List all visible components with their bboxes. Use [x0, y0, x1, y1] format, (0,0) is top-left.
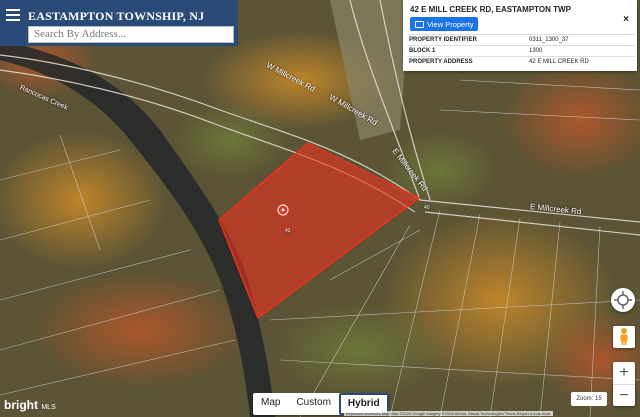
bright-mls-logo: bright MLS	[4, 398, 56, 412]
street-view-pegman-button[interactable]	[613, 326, 635, 348]
map-type-map[interactable]: Map	[253, 393, 288, 415]
close-icon[interactable]: ×	[623, 14, 629, 25]
zoom-level-label: Zoom: 15	[571, 392, 607, 406]
pegman-icon	[620, 328, 628, 345]
property-card-title: 42 E MILL CREEK RD, EASTAMPTON TWP	[410, 5, 571, 14]
parcel-marker-icon	[277, 204, 289, 216]
property-info-card: 42 E MILL CREEK RD, EASTAMPTON TWP × Vie…	[403, 0, 637, 71]
zoom-control: + −	[613, 362, 635, 406]
table-row: PROPERTY ADDRESS 42 E MILL CREEK RD	[407, 56, 635, 67]
crosshair-icon	[614, 291, 632, 309]
lot-number-label: 40	[424, 205, 430, 211]
table-row: PROPERTY IDENTIFIER 0311_1300_37	[407, 34, 635, 46]
map-attribution[interactable]: Keyboard shortcuts Map data ©2026 Google…	[344, 411, 553, 416]
property-table: PROPERTY IDENTIFIER 0311_1300_37 BLOCK 1…	[407, 34, 635, 67]
row-value: 1300	[527, 45, 635, 57]
row-value: 42 E MILL CREEK RD	[527, 56, 635, 67]
lot-number-label: 42	[285, 228, 291, 234]
row-key: PROPERTY ADDRESS	[407, 56, 527, 67]
menu-icon[interactable]	[6, 9, 20, 21]
map-type-custom[interactable]: Custom	[288, 393, 338, 415]
row-key: PROPERTY IDENTIFIER	[407, 34, 527, 46]
table-row: BLOCK 1 1300	[407, 45, 635, 57]
view-property-button[interactable]: View Property	[410, 17, 478, 31]
zoom-in-button[interactable]: +	[613, 362, 635, 384]
view-property-label: View Property	[427, 19, 474, 29]
zoom-out-button[interactable]: −	[613, 384, 635, 407]
row-value: 0311_1300_37	[527, 34, 635, 46]
app-header: EASTAMPTON TOWNSHIP, NJ Search By Addres…	[0, 0, 238, 46]
address-search-input[interactable]: Search By Address...	[28, 26, 234, 43]
location-target-button[interactable]	[611, 288, 635, 312]
township-title: EASTAMPTON TOWNSHIP, NJ	[28, 9, 205, 23]
row-key: BLOCK 1	[407, 45, 527, 57]
id-card-icon	[415, 20, 424, 28]
